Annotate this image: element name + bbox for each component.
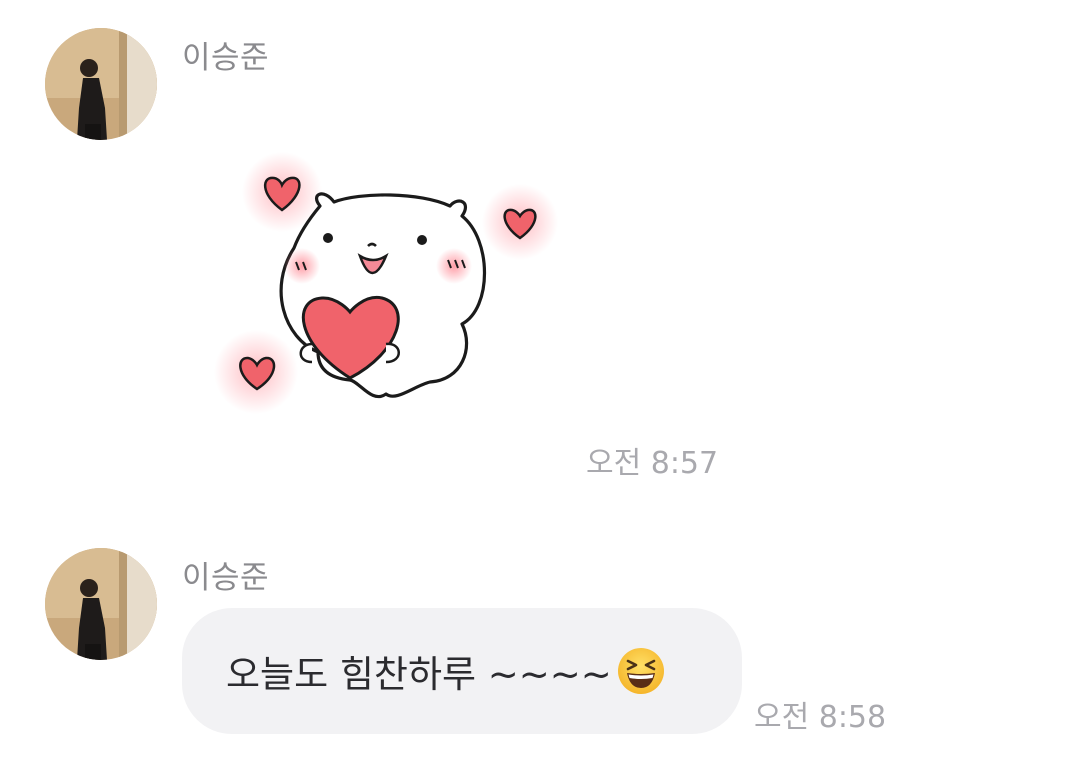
- sender-avatar[interactable]: [45, 28, 157, 140]
- message-bubble[interactable]: 오늘도 힘찬하루 ~~~~: [182, 608, 742, 734]
- sender-avatar[interactable]: [45, 548, 157, 660]
- sender-name: 이승준: [182, 40, 270, 76]
- grinning-squinting-face-emoji: [616, 646, 666, 696]
- message-timestamp: 오전 8:58: [754, 700, 887, 735]
- message-timestamp: 오전 8:57: [586, 446, 719, 481]
- white-bear-holding-heart-sticker[interactable]: [200, 148, 580, 428]
- sender-name: 이승준: [182, 560, 270, 596]
- chat-thread: 이승준 오전 8:57 이승준 오늘도 힘찬하루 ~~~~ 오전 8:58: [0, 0, 1080, 778]
- message-text: 오늘도 힘찬하루 ~~~~: [226, 653, 612, 696]
